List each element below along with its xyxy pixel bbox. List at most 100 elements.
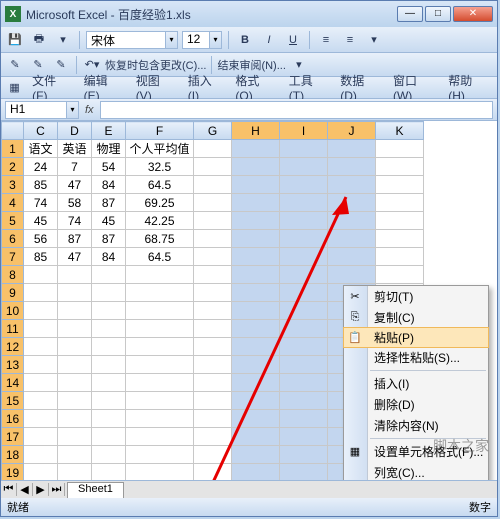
cm-delete[interactable]: 删除(D)	[344, 394, 488, 415]
cm-insert[interactable]: 插入(I)	[344, 373, 488, 394]
cell-K4[interactable]	[376, 194, 424, 212]
cell-I19[interactable]	[280, 464, 328, 481]
cell-C6[interactable]: 56	[24, 230, 58, 248]
cell-H18[interactable]	[232, 446, 280, 464]
cell-H2[interactable]	[232, 158, 280, 176]
cell-I3[interactable]	[280, 176, 328, 194]
cell-J1[interactable]	[328, 140, 376, 158]
cell-G11[interactable]	[194, 320, 232, 338]
row-header-2[interactable]: 2	[2, 158, 24, 176]
font-name-select[interactable]: 宋体▾	[86, 31, 178, 49]
cell-F17[interactable]	[126, 428, 194, 446]
cell-D11[interactable]	[58, 320, 92, 338]
cell-C19[interactable]	[24, 464, 58, 481]
cell-G15[interactable]	[194, 392, 232, 410]
cell-K1[interactable]	[376, 140, 424, 158]
row-header-17[interactable]: 17	[2, 428, 24, 446]
cell-J5[interactable]	[328, 212, 376, 230]
cell-F19[interactable]	[126, 464, 194, 481]
cell-E16[interactable]	[92, 410, 126, 428]
cell-I7[interactable]	[280, 248, 328, 266]
cell-I5[interactable]	[280, 212, 328, 230]
cell-D7[interactable]: 47	[58, 248, 92, 266]
cell-C7[interactable]: 85	[24, 248, 58, 266]
cell-H19[interactable]	[232, 464, 280, 481]
cell-D10[interactable]	[58, 302, 92, 320]
cell-E7[interactable]: 84	[92, 248, 126, 266]
cell-G16[interactable]	[194, 410, 232, 428]
cell-D14[interactable]	[58, 374, 92, 392]
cell-C15[interactable]	[24, 392, 58, 410]
cell-G12[interactable]	[194, 338, 232, 356]
row-header-11[interactable]: 11	[2, 320, 24, 338]
cell-C10[interactable]	[24, 302, 58, 320]
col-header-K[interactable]: K	[376, 122, 424, 140]
cell-F16[interactable]	[126, 410, 194, 428]
cell-E9[interactable]	[92, 284, 126, 302]
cell-E19[interactable]	[92, 464, 126, 481]
cell-I12[interactable]	[280, 338, 328, 356]
cell-F6[interactable]: 68.75	[126, 230, 194, 248]
cell-H17[interactable]	[232, 428, 280, 446]
cell-C8[interactable]	[24, 266, 58, 284]
cell-G3[interactable]	[194, 176, 232, 194]
cell-H15[interactable]	[232, 392, 280, 410]
cell-J2[interactable]	[328, 158, 376, 176]
cell-F2[interactable]: 32.5	[126, 158, 194, 176]
cell-F18[interactable]	[126, 446, 194, 464]
cell-E17[interactable]	[92, 428, 126, 446]
cell-G17[interactable]	[194, 428, 232, 446]
cell-F7[interactable]: 64.5	[126, 248, 194, 266]
row-header-9[interactable]: 9	[2, 284, 24, 302]
cell-E8[interactable]	[92, 266, 126, 284]
cell-F9[interactable]	[126, 284, 194, 302]
row-header-1[interactable]: 1	[2, 140, 24, 158]
font-size-select[interactable]: 12▾	[182, 31, 222, 49]
cell-H7[interactable]	[232, 248, 280, 266]
cell-G8[interactable]	[194, 266, 232, 284]
row-header-10[interactable]: 10	[2, 302, 24, 320]
cell-F14[interactable]	[126, 374, 194, 392]
sheet-nav[interactable]: ⏮◀▶⏭	[1, 483, 65, 496]
cell-D12[interactable]	[58, 338, 92, 356]
cell-J3[interactable]	[328, 176, 376, 194]
cell-H9[interactable]	[232, 284, 280, 302]
cell-I18[interactable]	[280, 446, 328, 464]
cell-D5[interactable]: 74	[58, 212, 92, 230]
cell-K5[interactable]	[376, 212, 424, 230]
cell-E1[interactable]: 物理	[92, 140, 126, 158]
italic-button[interactable]: I	[259, 30, 279, 50]
cell-I4[interactable]	[280, 194, 328, 212]
cell-I15[interactable]	[280, 392, 328, 410]
cell-G10[interactable]	[194, 302, 232, 320]
cell-G14[interactable]	[194, 374, 232, 392]
cell-J8[interactable]	[328, 266, 376, 284]
cell-H5[interactable]	[232, 212, 280, 230]
row-header-19[interactable]: 19	[2, 464, 24, 481]
cell-H13[interactable]	[232, 356, 280, 374]
cell-I6[interactable]	[280, 230, 328, 248]
cell-I11[interactable]	[280, 320, 328, 338]
cell-G9[interactable]	[194, 284, 232, 302]
cell-D13[interactable]	[58, 356, 92, 374]
cell-J7[interactable]	[328, 248, 376, 266]
close-button[interactable]: ✕	[453, 6, 493, 22]
cell-G5[interactable]	[194, 212, 232, 230]
cell-G13[interactable]	[194, 356, 232, 374]
cell-E13[interactable]	[92, 356, 126, 374]
cell-D1[interactable]: 英语	[58, 140, 92, 158]
cell-J6[interactable]	[328, 230, 376, 248]
cell-F13[interactable]	[126, 356, 194, 374]
cell-H10[interactable]	[232, 302, 280, 320]
cell-D18[interactable]	[58, 446, 92, 464]
cm-paste[interactable]: 📋粘贴(P)	[343, 327, 489, 348]
review-icon[interactable]: ✎	[5, 55, 25, 75]
cell-G2[interactable]	[194, 158, 232, 176]
col-header-D[interactable]: D	[58, 122, 92, 140]
cell-I8[interactable]	[280, 266, 328, 284]
cell-E5[interactable]: 45	[92, 212, 126, 230]
print-icon[interactable]: 🖶	[29, 30, 49, 50]
cell-D16[interactable]	[58, 410, 92, 428]
cell-G18[interactable]	[194, 446, 232, 464]
cell-G4[interactable]	[194, 194, 232, 212]
